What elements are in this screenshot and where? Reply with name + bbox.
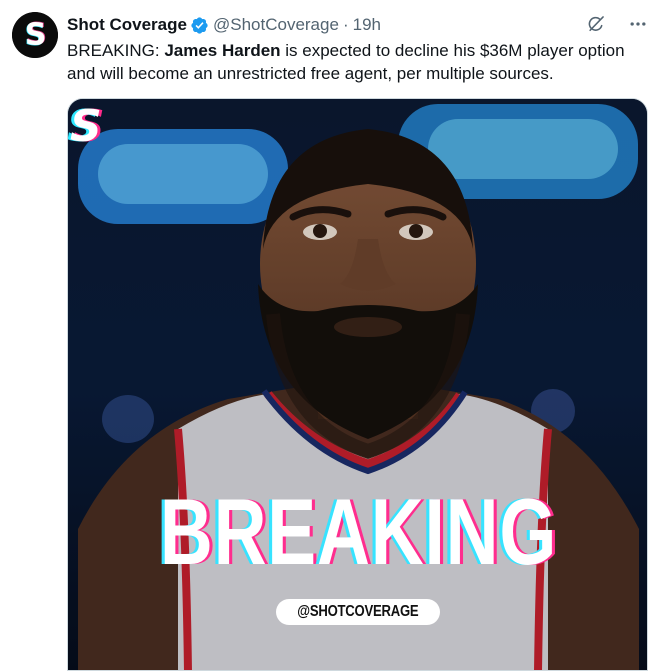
more-horizontal-icon[interactable] [628,14,648,34]
tweet-timestamp[interactable]: 19h [353,14,381,36]
author-name[interactable]: Shot Coverage [67,14,187,36]
header-actions [586,14,648,34]
tweet-text: BREAKING: James Harden is expected to de… [67,39,657,85]
author-handle[interactable]: @ShotCoverage [213,14,339,36]
player-photo [68,99,647,670]
svg-text:S: S [25,18,47,53]
tweet-card[interactable]: S S S Shot Coverage @ShotCoverage · 19h [0,0,668,671]
verified-badge-icon[interactable] [190,16,209,35]
tweet-text-mention: James Harden [164,41,281,60]
author-avatar[interactable]: S S S [12,12,58,58]
handle-tag-label: @SHOTCOVERAGE [297,603,419,620]
breaking-headline: BREAKING [159,479,558,584]
brand-logo: S [70,101,102,152]
avatar-logo-icon: S S S [12,12,58,58]
tweet-media-image[interactable]: S BREAKING @SHOTCOVERAGE [67,98,648,671]
tweet-text-prefix: BREAKING: [67,41,165,60]
handle-tag: @SHOTCOVERAGE [276,599,440,625]
grok-icon[interactable] [586,14,606,34]
tweet-header: Shot Coverage @ShotCoverage · 19h [67,14,656,36]
separator-dot: · [342,15,349,34]
